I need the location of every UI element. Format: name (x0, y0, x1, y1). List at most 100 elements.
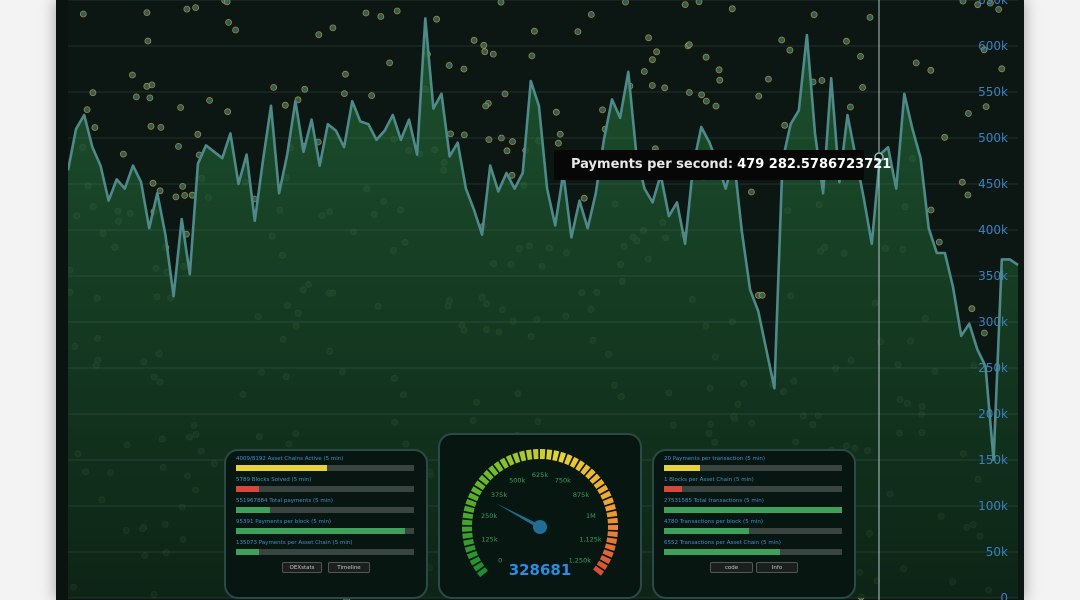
metric-bar-track (664, 549, 842, 555)
bubble-particle (847, 103, 854, 111)
bubble-particle (340, 90, 348, 97)
metric-label: 4780 Transactions per block (5 min) (664, 519, 763, 525)
metric-bar-fill (664, 549, 780, 555)
bubble-particle (147, 122, 155, 130)
bubble-particle (149, 179, 157, 187)
gauge-tick-label: 750k (555, 476, 571, 484)
bubble-particle (698, 91, 705, 99)
bubble-particle (225, 18, 233, 26)
bubble-particle (781, 121, 789, 129)
bubble-particle (556, 130, 564, 138)
bubble-particle (640, 68, 648, 75)
right-panel-metric-0: 20 Payments per transaction (5 min) (664, 456, 844, 476)
bubble-particle (223, 0, 231, 6)
gauge-segment (552, 450, 560, 462)
tooltip-label: Payments per second: (571, 157, 734, 172)
metric-label: 135073 Payments per Asset Chain (5 min) (236, 540, 353, 546)
left-panel-metric-3: 95391 Payments per block (5 min) (236, 519, 416, 539)
bubble-particle (843, 37, 850, 45)
metric-bar-fill (236, 507, 270, 513)
bubble-particle (509, 138, 516, 146)
metric-label: 27531585 Total transactions (5 min) (664, 498, 764, 504)
metric-bar-track (236, 549, 414, 555)
bubble-particle (927, 206, 935, 214)
bubble-particle (716, 76, 724, 84)
bubble-particle (912, 59, 920, 67)
gauge-segment (462, 532, 473, 539)
bubble-particle (481, 48, 489, 56)
gauge-tick-label: 0 (498, 556, 502, 564)
bubble-particle (460, 65, 468, 73)
bubble-particle (503, 147, 511, 155)
left-panel-button-timeline[interactable]: Timeline (328, 562, 370, 573)
gauge-segment (519, 450, 527, 462)
bubble-particle (132, 93, 140, 101)
gauge-segment (604, 503, 616, 512)
gauge-value: 328681 (509, 561, 572, 579)
y-tick-label: 400k (978, 223, 1008, 237)
right-panel-metric-4: 6552 Transactions per Asset Chain (5 min… (664, 540, 844, 560)
gauge-tick-label: 125k (481, 536, 497, 544)
bubble-particle (194, 130, 202, 138)
metric-bar-track (664, 486, 842, 492)
metric-bar-track (236, 465, 414, 471)
bubble-particle (964, 191, 972, 199)
bubble-particle (574, 28, 582, 36)
bubble-particle (386, 59, 394, 67)
bubble-particle (959, 0, 967, 5)
metric-bar-fill (236, 486, 260, 492)
bubble-particle (810, 11, 818, 19)
gauge-segment (462, 519, 473, 526)
y-tick-label: 500k (978, 131, 1008, 145)
bubble-particle (968, 305, 976, 313)
metric-bar-track (236, 528, 414, 534)
right-panel-button-code[interactable]: code (710, 562, 753, 573)
metric-label: 1 Blocks per Asset Chain (5 min) (664, 477, 754, 483)
bubble-particle (778, 36, 786, 44)
bubble-particle (480, 41, 488, 49)
bubble-particle (552, 108, 560, 116)
dashboard-frame: 650k 600k 550k 500k 450k 400k 350k 300k 250k 200k… (56, 0, 1024, 600)
metric-label: 551967884 Total payments (5 min) (236, 498, 333, 504)
bubble-particle (270, 84, 278, 91)
gauge-segment (607, 524, 618, 531)
gauge-tick-labels: 0 125k 250k 375k500k 625k 750k875k 1M 1,125k 1,2… (481, 471, 602, 564)
right-panel-button-info[interactable]: Info (756, 562, 798, 573)
bubble-particle (685, 41, 693, 48)
gauge-segment (606, 537, 618, 545)
metric-label: 20 Payments per transaction (5 min) (664, 456, 766, 462)
metric-bar-fill (664, 486, 682, 492)
gauge-tick-label: 1M (586, 512, 596, 520)
metric-bar-track (236, 486, 414, 492)
gauge-panel: 0 125k 250k 375k 500k 625k 750k 875k 1M 1,125k 1,2… (438, 433, 642, 599)
bubble-particle (206, 97, 214, 104)
y-tick-label: 450k (978, 177, 1008, 191)
bubble-particle (393, 7, 401, 15)
bubble-particle (177, 104, 184, 111)
gauge-hub (533, 520, 547, 534)
bubble-particle (489, 50, 497, 58)
bubble-particle (728, 5, 736, 13)
metric-label: 6552 Transactions per Asset Chain (5 min… (664, 540, 781, 546)
bubble-particle (712, 102, 720, 110)
bubble-particle (859, 84, 866, 91)
left-panel-metric-1: 5789 Blocks Solved (5 min) (236, 477, 416, 497)
bubble-particle (758, 291, 766, 299)
gauge-tick-label: 875k (573, 491, 589, 499)
bubble-particle (755, 92, 763, 100)
bubble-particle (362, 9, 370, 17)
bubble-particle (649, 56, 656, 64)
bubble-particle (965, 110, 972, 117)
speed-gauge: 0 125k 250k 375k500k 625k 750k875k 1M 1,125k 1,2… (462, 449, 618, 579)
left-panel-button-oexstats[interactable]: OEXstats (282, 562, 322, 573)
metric-label: 5789 Blocks Solved (5 min) (236, 477, 312, 483)
gauge-tick-label: 375k (491, 491, 507, 499)
bubble-particle (485, 136, 493, 144)
y-tick-label: 200k (978, 407, 1008, 421)
bubble-particle (995, 5, 1003, 13)
y-tick-label: 650k (978, 0, 1008, 7)
gauge-tick-label: 1,125k (579, 536, 602, 544)
tooltip-value: 479 282.5786723721 (737, 157, 892, 172)
bubble-particle (232, 26, 240, 34)
bubble-particle (866, 13, 874, 21)
